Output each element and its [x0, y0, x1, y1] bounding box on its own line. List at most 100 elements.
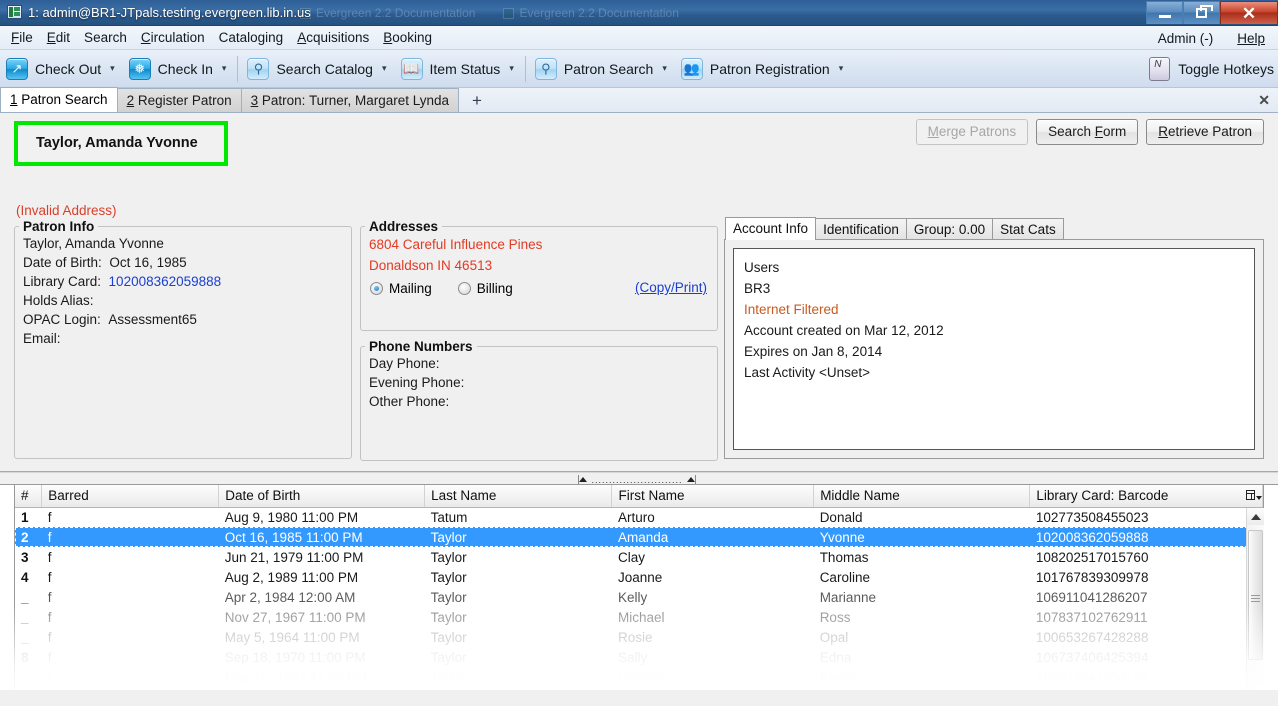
restore-icon: [1196, 5, 1213, 18]
merge-patrons-button[interactable]: Merge Patrons: [915, 119, 1029, 145]
main-toolbar: ↗ Check Out ▾ ❅ Check In ▾ ⚲ Search Cata…: [0, 50, 1278, 88]
col-header-barred[interactable]: Barred: [41, 485, 220, 508]
row-number: 4: [21, 569, 29, 585]
patron-info-opac-login: OPAC Login: Assessment65: [15, 310, 351, 329]
item-status-icon: 📖: [400, 57, 423, 80]
chevron-down-icon[interactable]: ▾: [382, 63, 387, 74]
pane-splitter[interactable]: ..........................: [0, 472, 1278, 484]
column-picker-icon[interactable]: [1246, 487, 1262, 503]
tab-patron-search[interactable]: 1 Patron Search: [0, 87, 118, 112]
row-dob: Aug 9, 1980 11:00 PM: [224, 509, 359, 525]
toolbar-button-search-catalog[interactable]: ⚲ Search Catalog ▾: [241, 50, 394, 88]
billing-label: Billing: [476, 281, 513, 296]
col-header-library-card-barcode[interactable]: Library Card: Barcode: [1029, 485, 1263, 508]
phone-numbers-group: Phone Numbers Day Phone: Evening Phone: …: [360, 339, 718, 461]
chevron-down-icon[interactable]: ▾: [110, 63, 115, 74]
close-button[interactable]: ✕: [1220, 1, 1278, 24]
splitter-handle[interactable]: ..........................: [578, 475, 696, 484]
window-controls[interactable]: ✕: [1146, 0, 1278, 25]
tab-stat-cats[interactable]: Stat Cats: [992, 218, 1064, 240]
results-table: # Barred Date of Birth Last Name First N…: [15, 485, 1263, 687]
email-label: Email:: [23, 331, 61, 346]
table-row[interactable]: 4 f Aug 2, 1989 11:00 PM Taylor Joanne C…: [15, 567, 1263, 587]
table-row[interactable]: 8 f Sep 18, 1970 11:00 PM Taylor Sally E…: [15, 647, 1263, 667]
billing-radio[interactable]: [457, 282, 471, 295]
row-last-name: Tatum: [430, 509, 468, 525]
library-card-value[interactable]: 102008362059888: [109, 274, 222, 289]
menu-file[interactable]: File: [4, 28, 40, 47]
address-type-radios: Mailing Billing (Copy/Print): [361, 276, 717, 298]
results-vertical-scrollbar[interactable]: [1246, 508, 1264, 690]
table-row[interactable]: 2 f Oct 16, 1985 11:00 PM Taylor Amanda …: [15, 527, 1263, 547]
account-line-last-activity: Last Activity <Unset>: [744, 365, 871, 380]
col-header-number[interactable]: #: [15, 485, 43, 508]
col-header-date-of-birth[interactable]: Date of Birth: [218, 485, 426, 508]
menu-acquisitions[interactable]: Acquisitions: [290, 28, 376, 47]
background-window-title: Evergreen 2.2 Documentation: [519, 6, 679, 20]
new-tab-button[interactable]: +: [466, 90, 488, 112]
chevron-down-icon[interactable]: ▾: [839, 63, 844, 74]
tab-group[interactable]: Group: 0.00: [905, 218, 994, 240]
toolbar-button-patron-registration[interactable]: 👥 Patron Registration ▾: [675, 50, 851, 88]
tab-identification[interactable]: Identification: [815, 218, 907, 240]
row-first-name: Joanne: [617, 569, 663, 585]
toolbar-button-item-status[interactable]: 📖 Item Status ▾: [395, 50, 522, 88]
chevron-down-icon[interactable]: ▾: [662, 63, 667, 74]
menu-circulation[interactable]: Circulation: [134, 28, 212, 47]
table-row[interactable]: _ f Nov 27, 1967 11:00 PM Taylor Michael…: [15, 607, 1263, 627]
addresses-legend: Addresses: [369, 219, 439, 234]
tab-patron-turner[interactable]: 3 Patron: Turner, Margaret Lynda: [240, 88, 460, 112]
maximize-button[interactable]: [1183, 1, 1220, 24]
minimize-button[interactable]: [1146, 1, 1183, 24]
row-barcode: 105979041890123: [1035, 669, 1149, 685]
patron-info-library-card: Library Card: 102008362059888: [15, 272, 351, 291]
menu-admin[interactable]: Admin (-): [1151, 29, 1221, 48]
mailing-radio[interactable]: [370, 282, 383, 295]
tab-register-patron[interactable]: 2 Register Patron: [116, 88, 242, 112]
toolbar-button-check-out[interactable]: ↗ Check Out ▾: [0, 50, 123, 88]
col-header-last-name[interactable]: Last Name: [424, 485, 613, 508]
menu-booking[interactable]: Booking: [376, 28, 439, 47]
tab-account-info[interactable]: Account Info: [725, 217, 817, 240]
address-street: 6804 Careful Influence Pines: [369, 237, 543, 252]
table-row[interactable]: f May 15, 1997 11:00 PM Taylor Virginia …: [15, 667, 1263, 687]
table-row[interactable]: _ f May 5, 1964 11:00 PM Taylor Rosie Op…: [15, 627, 1263, 647]
chevron-down-icon[interactable]: ▾: [509, 63, 514, 74]
table-row[interactable]: 3 f Jun 21, 1979 11:00 PM Taylor Clay Th…: [15, 547, 1263, 567]
table-row[interactable]: 1 f Aug 9, 1980 11:00 PM Tatum Arturo Do…: [15, 507, 1263, 527]
account-line-internet-filtered: Internet Filtered: [744, 302, 839, 317]
search-form-button[interactable]: Search Form: [1036, 119, 1139, 145]
check-out-icon: ↗: [6, 57, 28, 80]
scrollbar-thumb[interactable]: [1248, 530, 1263, 660]
table-row[interactable]: _ f Apr 2, 1984 12:00 AM Taylor Kelly Ma…: [15, 587, 1263, 607]
row-barred: f: [47, 509, 52, 525]
row-barred: f: [47, 629, 52, 645]
row-middle-name: Karen: [819, 669, 856, 685]
col-header-middle-name[interactable]: Middle Name: [813, 485, 1031, 508]
patron-summary-tabs: Account Info Identification Group: 0.00 …: [724, 217, 1264, 459]
toolbar-label: Check In: [157, 60, 213, 77]
scroll-up-button[interactable]: [1247, 508, 1264, 525]
row-dob: Aug 2, 1989 11:00 PM: [224, 569, 359, 585]
chevron-down-icon[interactable]: ▾: [222, 63, 227, 74]
row-first-name: Rosie: [617, 629, 653, 645]
toolbar-label: Patron Registration: [709, 60, 830, 77]
menu-search[interactable]: Search: [77, 28, 134, 47]
row-dob: Jun 21, 1979 11:00 PM: [224, 549, 364, 565]
close-tab-icon[interactable]: ✕: [1258, 92, 1270, 109]
toolbar-button-check-in[interactable]: ❅ Check In ▾: [123, 50, 235, 88]
patron-search-results: # Barred Date of Birth Last Name First N…: [0, 484, 1278, 690]
row-middle-name: Opal: [819, 629, 849, 645]
copy-print-link[interactable]: (Copy/Print): [635, 280, 707, 295]
col-header-first-name[interactable]: First Name: [611, 485, 815, 508]
toolbar-button-patron-search[interactable]: ⚲ Patron Search ▾: [529, 50, 675, 88]
toggle-hotkeys-label[interactable]: Toggle Hotkeys: [1178, 61, 1274, 77]
retrieve-patron-button[interactable]: Retrieve Patron: [1146, 119, 1264, 145]
menu-cataloging[interactable]: Cataloging: [212, 28, 291, 47]
search-catalog-icon: ⚲: [247, 57, 270, 80]
patron-info-dob: Date of Birth: Oct 16, 1985: [15, 253, 351, 272]
menu-edit[interactable]: Edit: [40, 28, 77, 47]
menu-help[interactable]: Help: [1230, 29, 1272, 48]
row-first-name: Clay: [617, 549, 645, 565]
row-first-name: Michael: [617, 609, 665, 625]
